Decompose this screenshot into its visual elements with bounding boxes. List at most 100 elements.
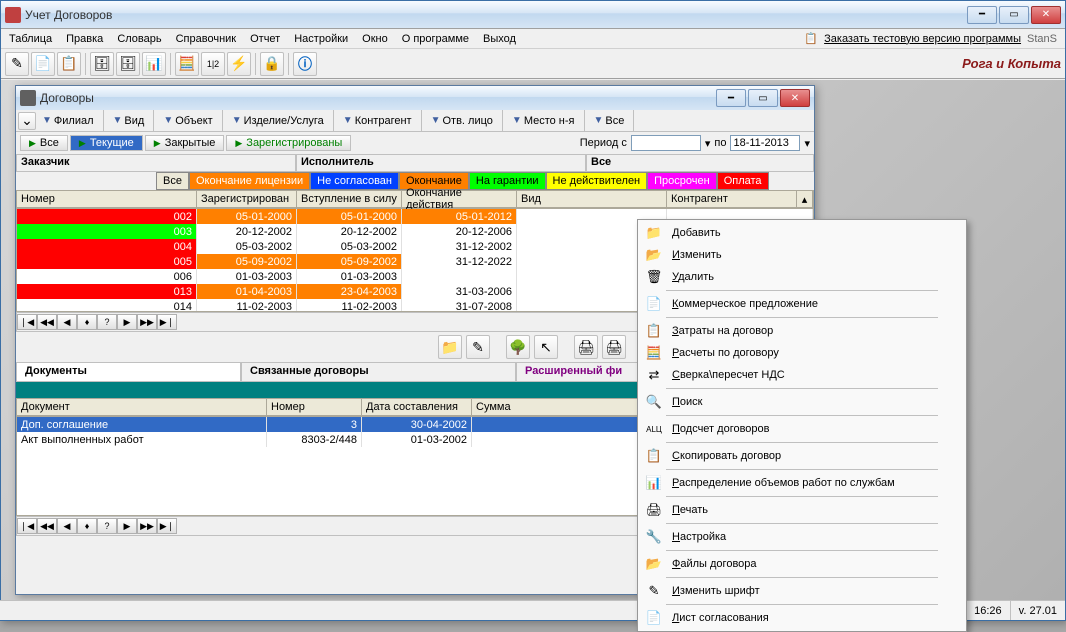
snav-first[interactable]: ❘◀ — [17, 518, 37, 534]
snav-bookmark[interactable]: ♦ — [77, 518, 97, 534]
tool-doc-icon[interactable]: 📄 — [31, 52, 55, 76]
color-tag-1[interactable]: Окончание лицензии — [189, 172, 310, 190]
snav-last[interactable]: ▶❘ — [157, 518, 177, 534]
cm-item-16[interactable]: 📊Распределение объемов работ по службам — [640, 472, 964, 494]
filter-1[interactable]: ▼Вид — [108, 110, 150, 132]
child-close-button[interactable]: ✕ — [780, 89, 810, 107]
cm-item-0[interactable]: 📁Добавить — [640, 222, 964, 244]
color-tag-5[interactable]: Не действителен — [546, 172, 648, 190]
cm-item-18[interactable]: 🖨Печать — [640, 499, 964, 521]
menu-about[interactable]: О программе — [402, 33, 469, 45]
cm-item-20[interactable]: 🔧Настройка — [640, 526, 964, 548]
child-maximize-button[interactable]: ▭ — [748, 89, 778, 107]
tool-calc-icon[interactable]: 🧮 — [175, 52, 199, 76]
menu-report[interactable]: Отчет — [250, 33, 280, 45]
color-tag-6[interactable]: Просрочен — [647, 172, 717, 190]
tool-wand-icon[interactable]: ✎ — [5, 52, 29, 76]
menu-edit[interactable]: Правка — [66, 33, 103, 45]
col-enddate[interactable]: Окончание действия — [402, 191, 517, 207]
snav-prev-page[interactable]: ◀◀ — [37, 518, 57, 534]
subtab-documents[interactable]: Документы — [16, 362, 241, 382]
col-registered[interactable]: Зарегистрирован — [197, 191, 297, 207]
filter-7[interactable]: ▼Все — [589, 110, 630, 132]
subcol-doc[interactable]: Документ — [17, 399, 267, 415]
tab-0[interactable]: ▶Все — [20, 135, 68, 151]
rec-print-icon[interactable]: 🖨 — [574, 335, 598, 359]
tab-1[interactable]: ▶Текущие — [70, 135, 143, 151]
subtab-related[interactable]: Связанные договоры — [241, 362, 516, 382]
subcol-date[interactable]: Дата составления — [362, 399, 472, 415]
filter-4[interactable]: ▼Контрагент — [338, 110, 417, 132]
snav-prev[interactable]: ◀ — [57, 518, 77, 534]
child-minimize-button[interactable]: ━ — [716, 89, 746, 107]
snav-q[interactable]: ? — [97, 518, 117, 534]
cm-item-7[interactable]: 🧮Расчеты по договору — [640, 342, 964, 364]
rec-tree-icon[interactable]: 🌳 — [506, 335, 530, 359]
tool-flash-icon[interactable]: ⚡ — [227, 52, 251, 76]
tool-docs-icon[interactable]: 📋 — [57, 52, 81, 76]
rec-print2-icon[interactable]: 🖨 — [602, 335, 626, 359]
menu-ref[interactable]: Справочник — [176, 33, 237, 45]
nav-next-page[interactable]: ▶▶ — [137, 314, 157, 330]
cm-item-22[interactable]: 📂Файлы договора — [640, 553, 964, 575]
minimize-button[interactable]: ━ — [967, 6, 997, 24]
menu-dict[interactable]: Словарь — [117, 33, 161, 45]
menu-window[interactable]: Окно — [362, 33, 388, 45]
funnel-icon: ▼ — [343, 115, 353, 126]
cm-item-24[interactable]: ✎Изменить шрифт — [640, 580, 964, 602]
filter-6[interactable]: ▼Место н-я — [507, 110, 580, 132]
nav-bookmark[interactable]: ♦ — [77, 314, 97, 330]
nav-prev[interactable]: ◀ — [57, 314, 77, 330]
menu-exit[interactable]: Выход — [483, 33, 516, 45]
tool-db2-icon[interactable]: 🗄 — [116, 52, 140, 76]
cm-item-1[interactable]: 📂Изменить — [640, 244, 964, 266]
cm-item-14[interactable]: 📋Скопировать договор — [640, 445, 964, 467]
cm-item-2[interactable]: 🗑Удалить — [640, 266, 964, 288]
color-tag-2[interactable]: Не согласован — [310, 172, 399, 190]
rec-folder-icon[interactable]: 📁 — [438, 335, 462, 359]
tool-db-icon[interactable]: 🗄 — [90, 52, 114, 76]
col-number[interactable]: Номер — [17, 191, 197, 207]
tool-info-icon[interactable]: ⓘ — [293, 52, 317, 76]
cm-item-10[interactable]: 🔍Поиск — [640, 391, 964, 413]
filter-2[interactable]: ▼Объект — [158, 110, 217, 132]
period-to-input[interactable] — [730, 135, 800, 151]
funnel-reset-icon[interactable]: ⌄ — [18, 112, 36, 130]
color-tag-0[interactable]: Все — [156, 172, 189, 190]
col-startdate[interactable]: Вступление в силу — [297, 191, 402, 207]
nav-first[interactable]: ❘◀ — [17, 314, 37, 330]
cm-item-26[interactable]: 📄Лист согласования — [640, 607, 964, 629]
menu-settings[interactable]: Настройки — [294, 33, 348, 45]
cm-item-6[interactable]: 📋Затраты на договор — [640, 320, 964, 342]
tool-date-icon[interactable]: 1|2 — [201, 52, 225, 76]
filter-5[interactable]: ▼Отв. лицо — [426, 110, 498, 132]
snav-next[interactable]: ▶ — [117, 518, 137, 534]
rec-edit-icon[interactable]: ✎ — [466, 335, 490, 359]
filter-3[interactable]: ▼Изделие/Услуга — [227, 110, 329, 132]
menu-table[interactable]: Таблица — [9, 33, 52, 45]
col-contractor[interactable]: Контрагент — [667, 191, 797, 207]
cm-item-8[interactable]: ⇄Сверка\пересчет НДС — [640, 364, 964, 386]
nav-last[interactable]: ▶❘ — [157, 314, 177, 330]
nav-prev-page[interactable]: ◀◀ — [37, 314, 57, 330]
filter-0[interactable]: ▼Филиал — [37, 110, 99, 132]
rec-cursor-icon[interactable]: ↖ — [534, 335, 558, 359]
snav-next-page[interactable]: ▶▶ — [137, 518, 157, 534]
tab-3[interactable]: ▶Зарегистрированы — [226, 135, 351, 151]
maximize-button[interactable]: ▭ — [999, 6, 1029, 24]
subcol-num[interactable]: Номер — [267, 399, 362, 415]
nav-next[interactable]: ▶ — [117, 314, 137, 330]
col-type[interactable]: Вид — [517, 191, 667, 207]
cm-item-12[interactable]: ALЦПодсчет договоров — [640, 418, 964, 440]
color-tag-7[interactable]: Оплата — [717, 172, 769, 190]
period-from-input[interactable] — [631, 135, 701, 151]
tab-2[interactable]: ▶Закрытые — [145, 135, 225, 151]
nav-q[interactable]: ? — [97, 314, 117, 330]
tool-lock-icon[interactable]: 🔒 — [260, 52, 284, 76]
close-button[interactable]: ✕ — [1031, 6, 1061, 24]
col-scroll-up[interactable]: ▴ — [797, 191, 813, 207]
tool-chart-icon[interactable]: 📊 — [142, 52, 166, 76]
cm-item-4[interactable]: 📄Коммерческое предложение — [640, 293, 964, 315]
order-link[interactable]: Заказать тестовую версию программы — [824, 33, 1021, 45]
context-menu[interactable]: 📁Добавить📂Изменить🗑Удалить 📄Коммерческое … — [637, 219, 967, 632]
